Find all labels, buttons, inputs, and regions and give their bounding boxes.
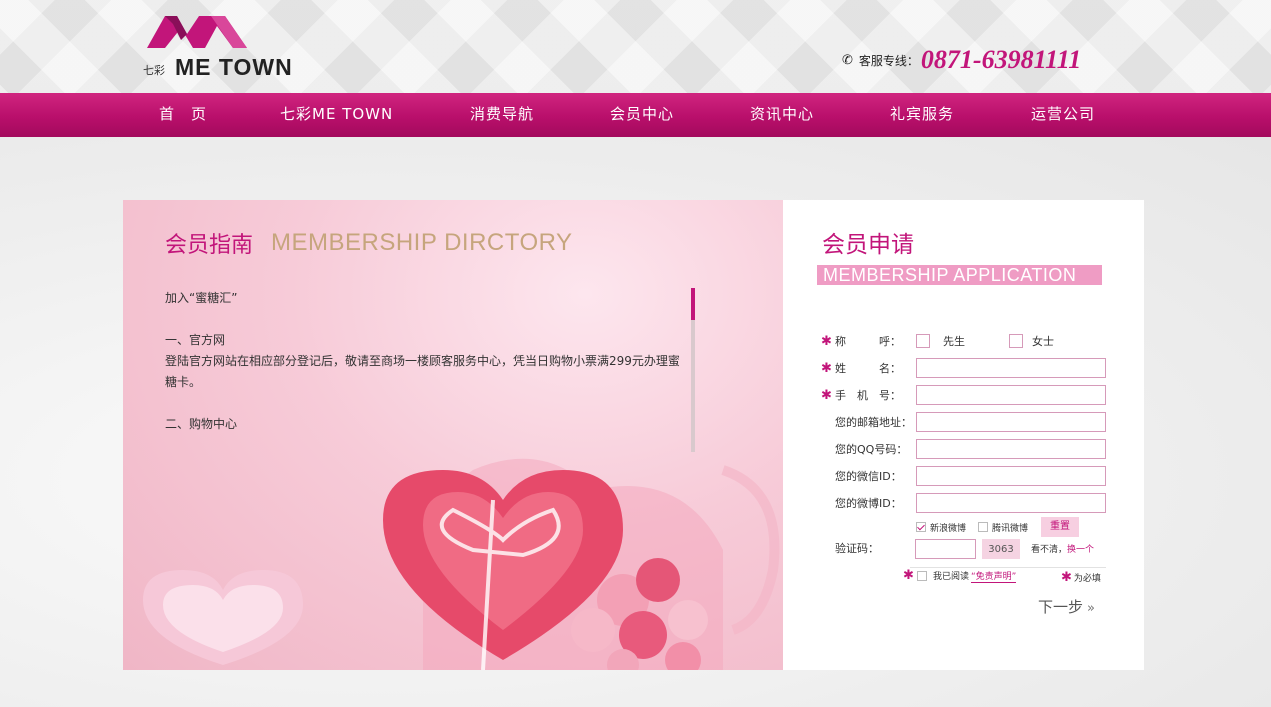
apply-title: 会员申请 [822, 232, 914, 258]
phone-label: 手 机 号： [835, 389, 901, 402]
logo-text: ME TOWN [175, 54, 293, 80]
scroll-thumb[interactable] [691, 288, 695, 320]
captcha-change-link[interactable]: 换一个 [1067, 545, 1094, 555]
required-note-text: 为必填 [1073, 574, 1101, 584]
wechat-input[interactable] [916, 466, 1106, 486]
nav-item-news-center[interactable]: 资讯中心 [750, 93, 814, 137]
captcha-input[interactable] [915, 539, 976, 559]
guide-text: 加入“蜜糖汇” 一、官方网 登陆官方网站在相应部分登记后，敬请至商场一楼顾客服务… [165, 288, 685, 435]
captcha-row: 验证码： [821, 537, 916, 559]
name-row: ✱ 姓 名： [821, 357, 916, 379]
guide-paragraph: 一、官方网 [165, 333, 226, 347]
wechat-row: 您的微信ID： [821, 465, 916, 487]
disclaimer-link[interactable]: “免责声明” [971, 569, 1017, 583]
required-star-icon: ✱ [1061, 570, 1072, 585]
name-input[interactable] [916, 358, 1106, 378]
logo-mark-icon [147, 16, 247, 48]
gift-hearts-image [143, 458, 780, 670]
hotline-number: 0871-63981111 [920, 45, 1082, 74]
nav-item-concierge[interactable]: 礼宾服务 [890, 93, 954, 137]
weibo-input[interactable] [916, 493, 1106, 513]
nav-item-member-center[interactable]: 会员中心 [610, 93, 674, 137]
email-label: 您的邮箱地址： [835, 416, 912, 429]
next-step-button[interactable]: 下一步» [1038, 596, 1095, 617]
qq-input[interactable] [916, 439, 1106, 459]
weibo-row: 您的微博ID： [821, 492, 916, 514]
hotline: ✆ 客服专线： 0871-63981111 [842, 44, 1081, 76]
qq-row: 您的QQ号码： [821, 438, 916, 460]
agree-row: ✱ 我已阅读 “免责声明” [903, 568, 1017, 583]
captcha-hint: 看不清， [1031, 545, 1068, 555]
apply-title-en: MEMBERSHIP APPLICATION [817, 265, 1102, 285]
captcha-note: 看不清，换一个 [1031, 542, 1094, 555]
nav-item-home[interactable]: 首 页 [159, 93, 207, 137]
tencent-weibo-checkbox[interactable] [978, 522, 989, 532]
tencent-weibo-label: 腾讯微博 [992, 523, 1029, 534]
captcha-label: 验证码： [835, 542, 879, 555]
guide-title: 会员指南 [165, 233, 254, 258]
membership-application-panel: 会员申请 MEMBERSHIP APPLICATION ✱ 称 呼： 先生 女士… [783, 200, 1144, 670]
reset-button[interactable]: 重置 [1041, 517, 1079, 537]
logo[interactable]: 七彩 ME TOWN [143, 14, 303, 80]
header: 七彩 ME TOWN ✆ 客服专线： 0871-63981111 [0, 0, 1271, 93]
guide-paragraph: 登陆官方网站在相应部分登记后，敬请至商场一楼顾客服务中心，凭当日购物小票满299… [165, 354, 680, 389]
required-star-icon: ✱ [903, 568, 914, 583]
salutation-mr-label: 先生 [943, 335, 965, 348]
guide-scrollbar[interactable] [691, 288, 695, 452]
email-row: 您的邮箱地址： [821, 411, 916, 433]
sina-weibo-checkbox[interactable] [916, 522, 926, 532]
phone-icon: ✆ [842, 52, 853, 68]
sina-weibo-label: 新浪微博 [930, 523, 967, 534]
nav-item-operating-company[interactable]: 运营公司 [1031, 93, 1095, 137]
agree-text: 我已阅读 [933, 572, 970, 582]
salutation-ms-checkbox[interactable] [1009, 334, 1023, 348]
salutation-ms-label: 女士 [1032, 335, 1054, 348]
hotline-label: 客服专线： [858, 53, 919, 68]
weibo-type-row: 新浪微博 腾讯微博 [916, 516, 1028, 538]
required-star-icon: ✱ [821, 360, 832, 376]
nav-item-shopping-guide[interactable]: 消费导航 [470, 93, 534, 137]
guide-paragraph: 加入“蜜糖汇” [165, 291, 238, 305]
next-step-label: 下一步 [1038, 598, 1084, 616]
name-label: 姓 名： [835, 362, 901, 375]
required-note: ✱ 为必填 [1061, 570, 1101, 585]
wechat-label: 您的微信ID： [835, 470, 902, 483]
weibo-label: 您的微博ID： [835, 497, 902, 510]
qq-label: 您的QQ号码： [835, 443, 908, 456]
nav-item-metown[interactable]: 七彩ME TOWN [280, 93, 393, 137]
required-star-icon: ✱ [821, 387, 832, 403]
salutation-row: ✱ 称 呼： 先生 女士 [821, 330, 1054, 352]
salutation-mr-checkbox[interactable] [916, 334, 930, 348]
email-input[interactable] [916, 412, 1106, 432]
double-chevron-right-icon: » [1087, 601, 1095, 616]
salutation-label: 称 呼： [835, 335, 901, 348]
required-star-icon: ✱ [821, 333, 832, 349]
membership-guide-panel: 会员指南 MEMBERSHIP DIRCTORY 加入“蜜糖汇” 一、官方网 登… [123, 200, 783, 670]
captcha-image[interactable]: 3063 [982, 539, 1020, 559]
phone-row: ✱ 手 机 号： [821, 384, 916, 406]
guide-title-en: MEMBERSHIP DIRCTORY [271, 229, 573, 256]
main-nav: 首 页 七彩ME TOWN 消费导航 会员中心 资讯中心 礼宾服务 运营公司 [0, 93, 1271, 137]
phone-input[interactable] [916, 385, 1106, 405]
agree-checkbox[interactable] [917, 570, 927, 581]
logo-small-text: 七彩 [143, 64, 165, 77]
